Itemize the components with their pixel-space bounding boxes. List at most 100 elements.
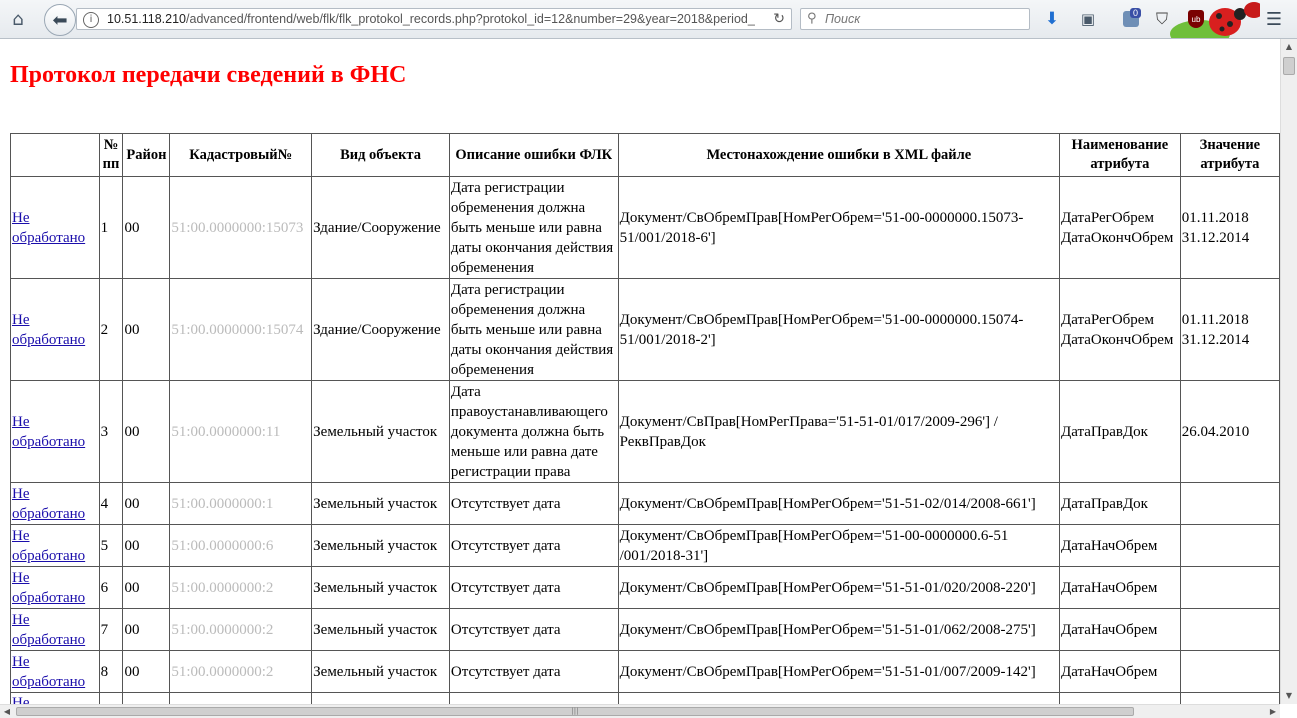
- row-attr-value: [1179, 524, 1280, 567]
- url-host: 10.51.118.210: [107, 12, 187, 26]
- extension-badge: 0: [1130, 8, 1142, 18]
- row-district: 00: [122, 524, 171, 567]
- table-row-partial: Не: [10, 692, 1280, 704]
- row-num: 2: [98, 278, 124, 381]
- address-bar[interactable]: i 10.51.118.210/advanced/frontend/web/fl…: [76, 8, 792, 30]
- row-object-type: Земельный участок: [311, 566, 450, 609]
- row-cadastral: 51:00.0000000:15073: [169, 176, 313, 279]
- table-row: Не обработано 7 00 51:00.0000000:2 Земельный…: [10, 608, 1280, 651]
- partial-cell: [169, 692, 313, 704]
- scroll-down-arrow-icon[interactable]: ▼: [1281, 688, 1297, 704]
- row-num: 5: [98, 524, 124, 567]
- status-link[interactable]: Не обработано: [12, 570, 85, 606]
- cadastral-number: 51:00.0000000:11: [171, 423, 281, 440]
- row-object-type: Земельный участок: [311, 482, 450, 525]
- status-link[interactable]: Не обработано: [12, 654, 85, 690]
- ublock-shield-icon[interactable]: ub: [1184, 7, 1208, 31]
- reader-view-icon[interactable]: ▣: [1076, 8, 1100, 30]
- row-xml-location: Документ/СвОбремПрав[НомРегОбрем='51-51-…: [617, 482, 1060, 525]
- horizontal-scrollbar[interactable]: ◀ ||| ▶: [0, 704, 1280, 718]
- row-cadastral: 51:00.0000000:15074: [169, 278, 313, 381]
- row-attr-name: ДатаНачОбрем: [1058, 608, 1181, 651]
- pocket-icon[interactable]: ⛉: [1150, 8, 1174, 30]
- horizontal-scroll-thumb[interactable]: |||: [16, 707, 1134, 716]
- scroll-up-arrow-icon[interactable]: ▲: [1281, 39, 1297, 55]
- status-cell: Не обработано: [10, 566, 100, 609]
- back-arrow-icon[interactable]: ⬅: [44, 4, 76, 36]
- row-xml-location: Документ/СвОбремПрав[НомРегОбрем='51-00-…: [617, 524, 1060, 567]
- row-attr-value: 01.11.2018 31.12.2014: [1179, 176, 1280, 279]
- row-xml-location: Документ/СвОбремПрав[НомРегОбрем='51-51-…: [617, 566, 1060, 609]
- url-text[interactable]: 10.51.118.210/advanced/frontend/web/flk/…: [107, 12, 757, 26]
- row-error-desc: Отсутствует дата: [448, 482, 619, 525]
- status-cell: Не обработано: [10, 482, 100, 525]
- status-cell: Не обработано: [10, 608, 100, 651]
- row-attr-name: ДатаРегОбрем ДатаОкончОбрем: [1058, 176, 1181, 279]
- row-attr-name: ДатаНачОбрем: [1058, 566, 1181, 609]
- status-link[interactable]: Не обработано: [12, 528, 85, 564]
- search-box[interactable]: ⚲: [800, 8, 1030, 30]
- row-error-desc: Дата правоустанавливающего документа дол…: [448, 380, 619, 483]
- row-object-type: Земельный участок: [311, 380, 450, 483]
- status-link[interactable]: Не: [12, 695, 30, 704]
- status-link[interactable]: Не обработано: [12, 612, 85, 648]
- cadastral-number: 51:00.0000000:1: [171, 495, 274, 512]
- cadastral-number: 51:00.0000000:2: [171, 663, 274, 680]
- info-icon[interactable]: i: [83, 12, 99, 28]
- search-input[interactable]: [825, 10, 1025, 28]
- scroll-right-arrow-icon[interactable]: ▶: [1266, 705, 1280, 718]
- row-cadastral: 51:00.0000000:2: [169, 650, 313, 693]
- table-header-row: № пп Район Кадастровый№ Вид объекта Опис…: [10, 133, 1280, 177]
- table-row: Не обработано 8 00 51:00.0000000:2 Земельный…: [10, 650, 1280, 693]
- row-xml-location: Документ/СвОбремПрав[НомРегОбрем='51-00-…: [617, 176, 1060, 279]
- row-num: 3: [98, 380, 124, 483]
- status-cell: Не обработано: [10, 650, 100, 693]
- hamburger-menu-icon[interactable]: ☰: [1262, 8, 1286, 30]
- row-district: 00: [122, 176, 171, 279]
- vertical-scroll-thumb[interactable]: [1283, 57, 1295, 75]
- status-cell: Не обработано: [10, 278, 100, 381]
- status-cell: Не обработано: [10, 176, 100, 279]
- status-cell: Не обработано: [10, 380, 100, 483]
- download-arrow-icon[interactable]: ⬇: [1040, 8, 1064, 30]
- partial-cell: [617, 692, 1060, 704]
- page-title: Протокол передачи сведений в ФНС: [10, 62, 407, 88]
- row-error-desc: Отсутствует дата: [448, 650, 619, 693]
- cadastral-number: 51:00.0000000:2: [171, 621, 274, 638]
- header-cadastral: Кадастровый№: [169, 133, 313, 177]
- row-xml-location: Документ/СвОбремПрав[НомРегОбрем='51-00-…: [617, 278, 1060, 381]
- row-num: 6: [98, 566, 124, 609]
- row-attr-name: ДатаПравДок: [1058, 482, 1181, 525]
- row-district: 00: [122, 566, 171, 609]
- row-error-desc: Дата регистрации обременения должна быть…: [448, 176, 619, 279]
- row-num: 4: [98, 482, 124, 525]
- cadastral-number: 51:00.0000000:6: [171, 537, 274, 554]
- browser-toolbar: ⌂ ⬅ i 10.51.118.210/advanced/frontend/we…: [0, 0, 1297, 39]
- url-path: /advanced/frontend/web/flk/flk_protokol_…: [186, 12, 755, 26]
- row-cadastral: 51:00.0000000:2: [169, 608, 313, 651]
- status-link[interactable]: Не обработано: [12, 312, 85, 348]
- records-body: Не обработано 1 00 51:00.0000000:15073 Здани…: [10, 176, 1280, 704]
- extension-button[interactable]: 0: [1118, 6, 1144, 32]
- status-link[interactable]: Не обработано: [12, 486, 85, 522]
- partial-cell: Не: [10, 692, 100, 704]
- reload-icon[interactable]: ↻: [773, 11, 785, 27]
- row-object-type: Здание/Сооружение: [311, 176, 450, 279]
- vertical-scrollbar[interactable]: ▲ ▼: [1280, 39, 1297, 704]
- status-cell: Не обработано: [10, 524, 100, 567]
- scroll-left-arrow-icon[interactable]: ◀: [0, 705, 14, 718]
- header-district: Район: [122, 133, 171, 177]
- cadastral-number: 51:00.0000000:15074: [171, 321, 304, 338]
- row-error-desc: Отсутствует дата: [448, 524, 619, 567]
- row-xml-location: Документ/СвОбремПрав[НомРегОбрем='51-51-…: [617, 608, 1060, 651]
- row-error-desc: Дата регистрации обременения должна быть…: [448, 278, 619, 381]
- status-link[interactable]: Не обработано: [12, 210, 85, 246]
- row-error-desc: Отсутствует дата: [448, 608, 619, 651]
- home-icon[interactable]: ⌂: [6, 8, 30, 30]
- partial-cell: [448, 692, 619, 704]
- row-object-type: Земельный участок: [311, 608, 450, 651]
- row-district: 00: [122, 380, 171, 483]
- status-link[interactable]: Не обработано: [12, 414, 85, 450]
- row-attr-value: [1179, 608, 1280, 651]
- row-object-type: Здание/Сооружение: [311, 278, 450, 381]
